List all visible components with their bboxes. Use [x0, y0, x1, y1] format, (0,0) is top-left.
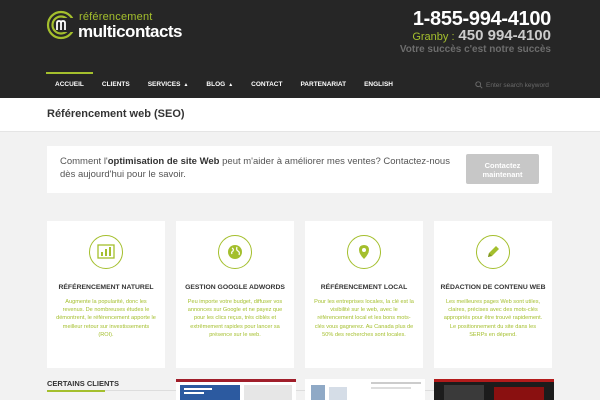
globe-icon — [218, 235, 252, 269]
clients-section-title: CERTAINS CLIENTS — [47, 379, 119, 388]
service-description: Les meilleures pages Web sont utiles, cl… — [443, 299, 543, 338]
search-box — [475, 79, 551, 91]
nav-item-accueil[interactable]: ACCUEIL — [46, 72, 93, 98]
service-description: Peu importe votre budget, diffuser vos a… — [187, 299, 283, 338]
contact-now-button[interactable]: Contactez maintenant — [466, 154, 539, 184]
page-title: Référencement web (SEO) — [47, 108, 185, 120]
bar-chart-icon — [89, 235, 123, 269]
site-header: référencement multicontacts 1-855-994-41… — [0, 0, 600, 98]
caret-icon: ▲ — [228, 82, 234, 88]
caret-icon: ▲ — [183, 82, 189, 88]
nav-item-blog[interactable]: BLOG ▲ — [197, 72, 242, 98]
nav-item-english[interactable]: ENGLISH — [355, 72, 402, 98]
nav-label: SERVICES — [147, 81, 181, 88]
nav-label: ACCUEIL — [55, 81, 84, 88]
service-card-adwords[interactable]: GESTION GOOGLE ADWORDS Peu importe votre… — [176, 221, 294, 368]
client-thumbnail[interactable] — [176, 379, 296, 400]
granby-number: 450 994-4100 — [458, 27, 551, 44]
logo-mark-icon — [46, 10, 76, 40]
service-card-local[interactable]: RÉFÉRENCEMENT LOCAL Pour les entreprises… — [305, 221, 423, 368]
cta-text-before: Comment l' — [60, 156, 108, 167]
location-icon — [347, 235, 381, 269]
page-title-bar: Référencement web (SEO) — [0, 98, 600, 132]
granby-phone[interactable]: Granby : 450 994-4100 — [412, 27, 551, 44]
client-thumbnail[interactable] — [434, 379, 554, 400]
site-logo[interactable]: référencement multicontacts — [46, 10, 186, 46]
nav-item-clients[interactable]: CLIENTS — [93, 72, 139, 98]
nav-label: CLIENTS — [101, 81, 130, 88]
service-title: GESTION GOOGLE ADWORDS — [185, 284, 285, 291]
service-card-content[interactable]: RÉDACTION DE CONTENU WEB Les meilleures … — [434, 221, 552, 368]
cta-text-bold: optimisation de site Web — [107, 156, 220, 167]
nav-label: BLOG — [206, 81, 226, 88]
service-card-seo[interactable]: RÉFÉRENCEMENT NATUREL Augmente la popula… — [47, 221, 165, 368]
client-thumbnail[interactable] — [305, 379, 425, 400]
service-title: RÉFÉRENCEMENT LOCAL — [320, 284, 408, 291]
search-icon[interactable] — [475, 81, 483, 89]
nav-item-partenariat[interactable]: PARTENARIAT — [291, 72, 355, 98]
cta-text: Comment l'optimisation de site Web peut … — [60, 155, 450, 181]
logo-text-bottom: multicontacts — [78, 22, 183, 41]
granby-label: Granby : — [412, 31, 455, 43]
nav-label: CONTACT — [251, 81, 283, 88]
service-title: RÉFÉRENCEMENT NATUREL — [58, 284, 154, 291]
main-nav: ACCUEIL CLIENTS SERVICES ▲ BLOG ▲ CONTACT … — [46, 72, 402, 98]
nav-item-contact[interactable]: CONTACT — [242, 72, 291, 98]
nav-label: ENGLISH — [364, 81, 393, 88]
pencil-icon — [476, 235, 510, 269]
tagline: Votre succès c'est notre succès — [399, 44, 551, 55]
nav-label: PARTENARIAT — [300, 81, 347, 88]
service-description: Pour les entreprises locales, la clé est… — [314, 299, 414, 338]
cta-box: Comment l'optimisation de site Web peut … — [47, 146, 552, 193]
search-input[interactable] — [486, 81, 550, 89]
service-title: RÉDACTION DE CONTENU WEB — [440, 284, 546, 291]
nav-item-services[interactable]: SERVICES ▲ — [139, 72, 198, 98]
clients-title-underline — [47, 390, 105, 392]
service-description: Augmente la popularité, donc les revenus… — [56, 299, 156, 338]
